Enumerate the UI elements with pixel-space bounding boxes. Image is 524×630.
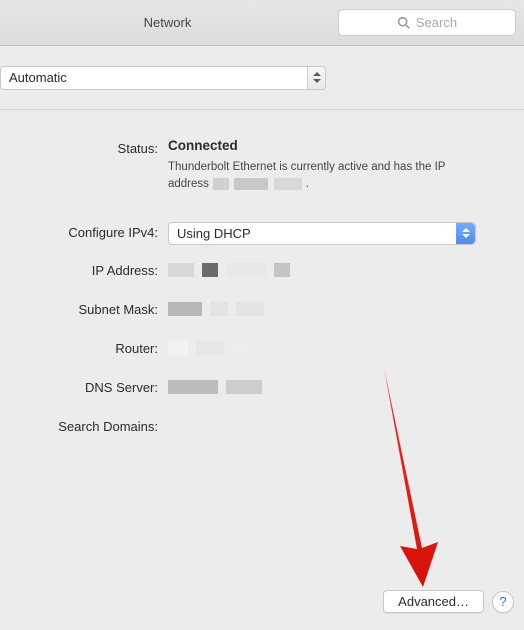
redacted-text (213, 178, 229, 190)
stepper-icon (307, 67, 325, 89)
dns-server-row: DNS Server: (0, 380, 524, 395)
subnet-mask-row: Subnet Mask: (0, 302, 524, 317)
search-icon (397, 16, 410, 29)
router-value (168, 341, 524, 355)
stepper-icon (456, 223, 475, 244)
status-value: Connected (168, 138, 524, 153)
window-titlebar: Network Search (0, 0, 524, 46)
dns-server-label: DNS Server: (0, 380, 158, 395)
router-row: Router: (0, 341, 524, 356)
dns-server-value (168, 380, 524, 394)
status-description: Thunderbolt Ethernet is currently active… (168, 159, 478, 194)
subnet-mask-label: Subnet Mask: (0, 302, 158, 317)
help-button[interactable]: ? (492, 591, 514, 613)
ip-address-label: IP Address: (0, 263, 158, 278)
redacted-text (274, 178, 302, 190)
ip-address-row: IP Address: (0, 263, 524, 278)
configure-ipv4-select[interactable]: Using DHCP (168, 222, 476, 245)
search-domains-row: Search Domains: (0, 419, 524, 434)
subnet-mask-value (168, 302, 524, 316)
ip-address-value (168, 263, 524, 277)
search-placeholder: Search (416, 15, 457, 30)
content-pane: Status: Connected Thunderbolt Ethernet i… (0, 110, 524, 630)
footer: Advanced… ? (383, 590, 514, 613)
status-row: Status: Connected Thunderbolt Ethernet i… (0, 138, 524, 194)
search-input[interactable]: Search (338, 9, 516, 36)
location-select[interactable]: Automatic (0, 66, 326, 90)
status-label: Status: (0, 138, 158, 156)
configure-ipv4-value: Using DHCP (177, 226, 251, 241)
redacted-text (234, 178, 268, 190)
window-title: Network (0, 15, 335, 30)
configure-ipv4-label: Configure IPv4: (0, 222, 158, 240)
search-domains-label: Search Domains: (0, 419, 158, 434)
advanced-button[interactable]: Advanced… (383, 590, 484, 613)
location-bar: Automatic (0, 46, 524, 110)
configure-ipv4-row: Configure IPv4: Using DHCP (0, 222, 524, 245)
router-label: Router: (0, 341, 158, 356)
location-value: Automatic (9, 70, 67, 85)
